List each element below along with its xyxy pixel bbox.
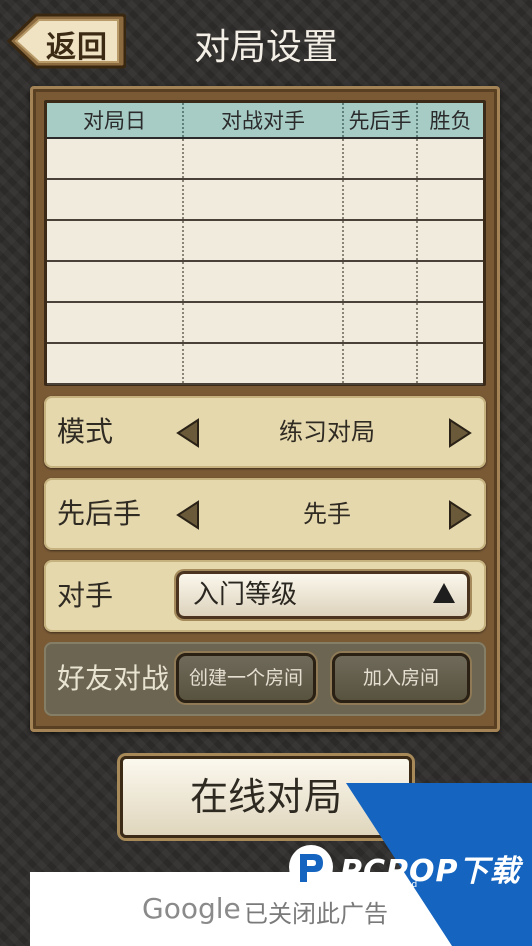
watermark-triangle [346,783,532,946]
watermark-subtitle: PCPOP Download [340,880,418,890]
pcpop-logo-icon [289,845,333,889]
